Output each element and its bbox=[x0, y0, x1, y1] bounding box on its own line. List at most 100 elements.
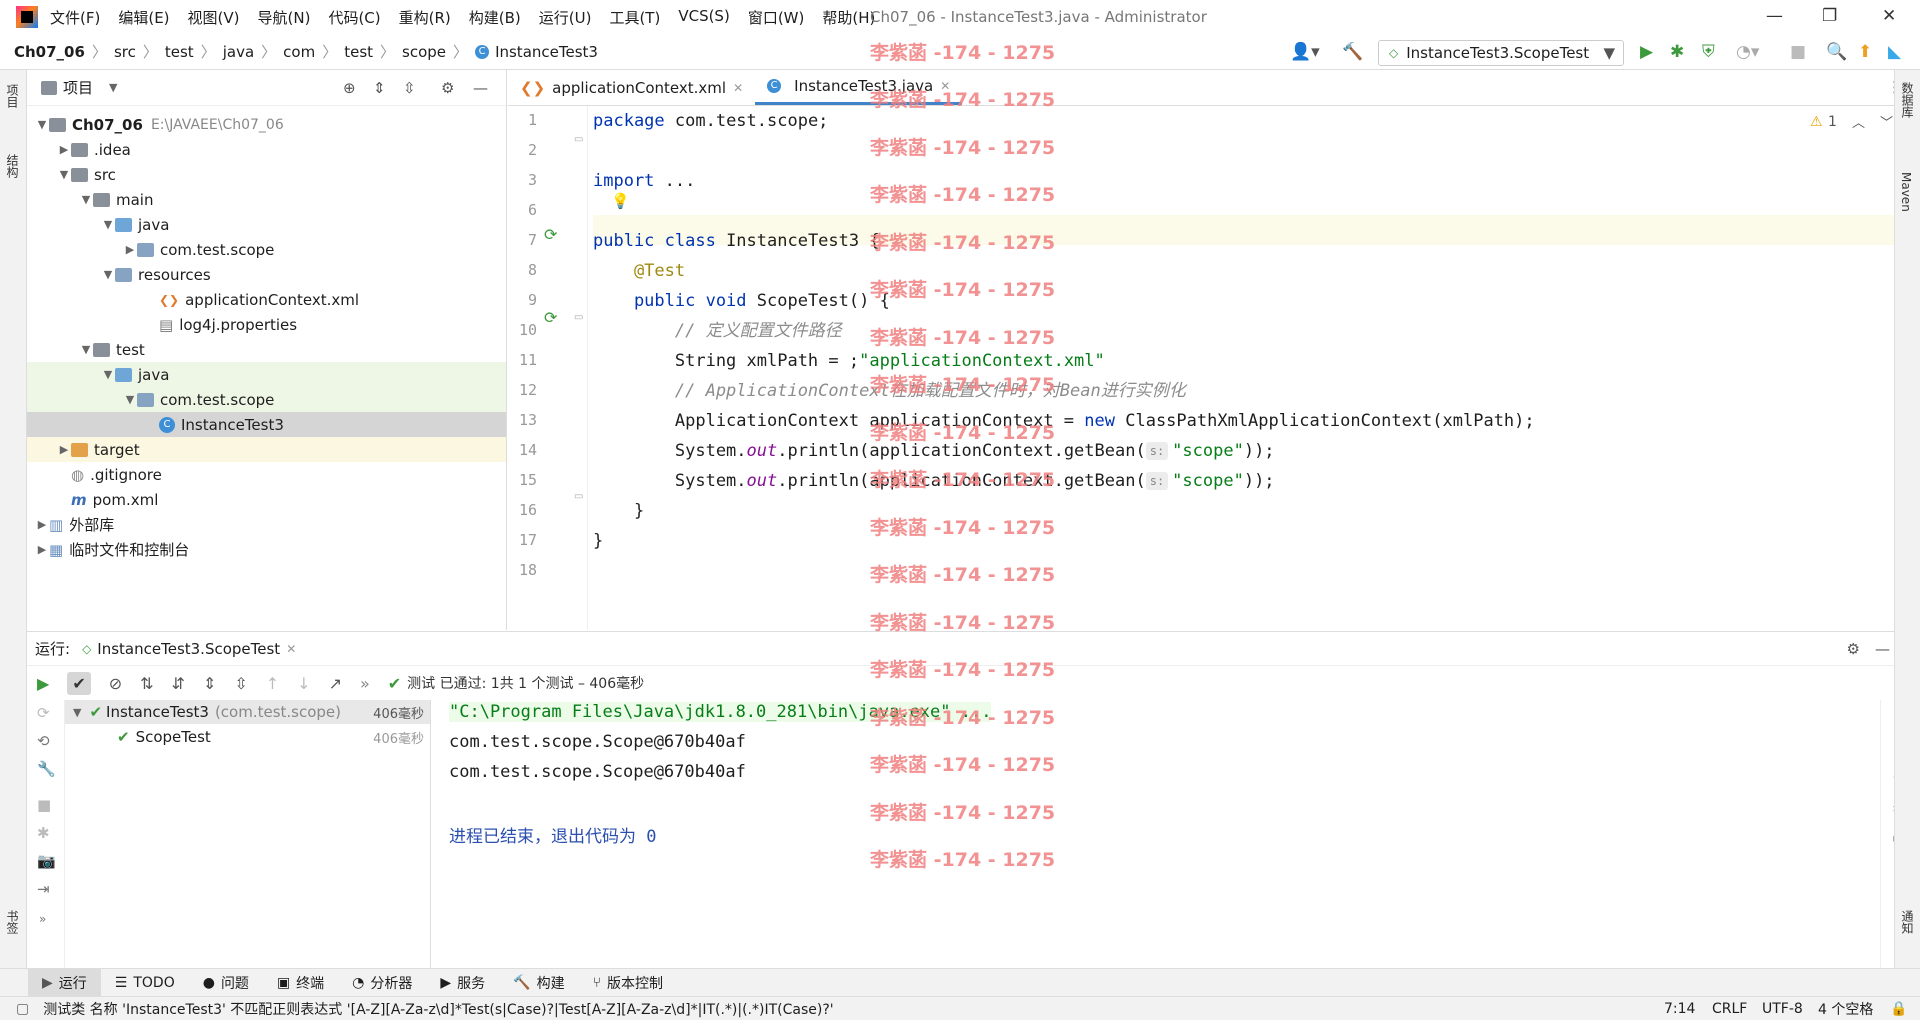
file-encoding[interactable]: UTF-8 bbox=[1762, 1001, 1803, 1017]
chevron-down-icon[interactable]: ▼ bbox=[109, 81, 117, 94]
jetbrains-icon[interactable]: ◣ bbox=[1888, 42, 1901, 62]
chevron-up-icon[interactable]: ︿ bbox=[1852, 112, 1865, 131]
rerun-failed-icon[interactable]: ⟳ bbox=[37, 704, 50, 722]
test-suite-row[interactable]: ▼ ✔ InstanceTest3 (com.test.scope) 406毫秒 bbox=[65, 700, 430, 724]
profiler-icon[interactable]: ◔▾ bbox=[1736, 42, 1759, 62]
chevron-down-icon[interactable]: ﹀ bbox=[1880, 112, 1893, 131]
project-tree-node[interactable]: ▼ main bbox=[27, 187, 506, 212]
tool-tab-notifications[interactable]: 通知 bbox=[1899, 910, 1916, 934]
bottom-tab-todo[interactable]: ☰ TODO bbox=[101, 975, 189, 991]
tool-tab-project[interactable]: 项目 bbox=[4, 84, 21, 108]
expand-all-icon[interactable]: ⇕ bbox=[373, 79, 386, 97]
restore-layout-icon[interactable]: ✱ bbox=[37, 824, 50, 842]
project-tree-node[interactable]: ▼ Ch07_06 E:\JAVAEE\Ch07_06 bbox=[27, 112, 506, 137]
breadcrumb-java[interactable]: java bbox=[223, 43, 254, 61]
menu-code[interactable]: 代码(C) bbox=[326, 5, 382, 30]
close-tab-icon[interactable]: ✕ bbox=[286, 642, 296, 656]
project-tree-node[interactable]: ❮❯ applicationContext.xml bbox=[27, 287, 506, 312]
project-tree-node[interactable]: ▼ java bbox=[27, 212, 506, 237]
project-tree-node[interactable]: ▶ ▦ 临时文件和控制台 bbox=[27, 537, 506, 562]
close-icon[interactable]: ✕ bbox=[1882, 6, 1896, 26]
chevron-down-icon[interactable]: ▼ bbox=[123, 393, 137, 406]
gear-icon[interactable]: ⚙ bbox=[441, 79, 454, 97]
project-tree-node[interactable]: m pom.xml bbox=[27, 487, 506, 512]
tool-tab-maven[interactable]: Maven bbox=[1899, 172, 1913, 212]
chevron-right-icon[interactable]: ▶ bbox=[123, 243, 137, 256]
bottom-tab-build[interactable]: 🔨 构建 bbox=[499, 973, 578, 993]
chevron-right-icon[interactable]: ▶ bbox=[35, 543, 49, 556]
console-output[interactable]: "C:\Program Files\Java\jdk1.8.0_281\bin\… bbox=[431, 700, 1880, 968]
expand-all-icon[interactable]: ⇕ bbox=[203, 674, 216, 693]
chevron-right-icon[interactable]: ▶ bbox=[57, 443, 71, 456]
previous-failed-icon[interactable]: ↑ bbox=[266, 674, 279, 693]
bottom-tab-terminal[interactable]: ▣ 终端 bbox=[263, 973, 338, 993]
chevron-right-icon[interactable]: ▶ bbox=[57, 143, 71, 156]
run-method-gutter-icon[interactable]: ⟳ bbox=[544, 308, 557, 327]
more-icon[interactable]: » bbox=[360, 674, 370, 693]
menu-vcs[interactable]: VCS(S) bbox=[676, 5, 731, 30]
search-icon[interactable]: 🔍 bbox=[1826, 42, 1847, 62]
chevron-down-icon[interactable]: ▼ bbox=[79, 343, 93, 356]
project-tree-node[interactable]: ▼ src bbox=[27, 162, 506, 187]
breadcrumb-class[interactable]: InstanceTest3 bbox=[495, 43, 598, 61]
gear-icon[interactable]: ⚙ bbox=[1847, 640, 1860, 658]
project-tree-node[interactable]: ◍ .gitignore bbox=[27, 462, 506, 487]
debug-icon[interactable]: ✱ bbox=[1670, 42, 1684, 62]
chevron-down-icon[interactable]: ▼ bbox=[101, 218, 115, 231]
run-tab[interactable]: InstanceTest3.ScopeTest bbox=[97, 640, 280, 658]
menu-window[interactable]: 窗口(W) bbox=[746, 5, 807, 30]
camera-icon[interactable]: 📷 bbox=[37, 852, 56, 870]
close-tab-icon[interactable]: ✕ bbox=[733, 81, 743, 95]
menu-help[interactable]: 帮助(H) bbox=[820, 5, 877, 30]
run-class-gutter-icon[interactable]: ⟳ bbox=[544, 225, 557, 244]
fold-icon[interactable]: ▭ bbox=[574, 312, 583, 323]
menu-view[interactable]: 视图(V) bbox=[186, 5, 242, 30]
build-hammer-icon[interactable]: 🔨 bbox=[1342, 42, 1363, 62]
user-icon[interactable]: 👤▾ bbox=[1290, 42, 1320, 62]
code-area[interactable]: 💡 package com.test.scope; import ... publi… bbox=[593, 106, 1920, 630]
project-tree-node[interactable]: ▤ log4j.properties bbox=[27, 312, 506, 337]
bottom-tab-vcs[interactable]: ⑂ 版本控制 bbox=[579, 973, 677, 993]
sort-alpha-icon[interactable]: ⇅ bbox=[140, 674, 153, 693]
menu-file[interactable]: 文件(F) bbox=[48, 5, 102, 30]
breadcrumb-scope[interactable]: scope bbox=[402, 43, 446, 61]
project-tree-node[interactable]: ▼ test bbox=[27, 337, 506, 362]
project-tree-node[interactable]: ▶ com.test.scope bbox=[27, 237, 506, 262]
bottom-tab-run[interactable]: ▶ 运行 bbox=[28, 968, 101, 997]
line-separator[interactable]: CRLF bbox=[1712, 1001, 1747, 1017]
caret-position[interactable]: 7:14 bbox=[1664, 1001, 1695, 1017]
breadcrumb-src[interactable]: src bbox=[114, 43, 136, 61]
chevron-down-icon[interactable]: ▼ bbox=[57, 168, 71, 181]
update-icon[interactable]: ⬆ bbox=[1858, 42, 1872, 62]
rerun-icon[interactable]: ▶ bbox=[37, 674, 49, 693]
chevron-down-icon[interactable]: ▼ bbox=[79, 193, 93, 206]
minimize-icon[interactable]: — bbox=[1766, 6, 1783, 26]
chevron-down-icon[interactable]: ▼ bbox=[35, 118, 49, 131]
tool-tab-database[interactable]: 数据库 bbox=[1899, 82, 1916, 118]
tool-tab-structure[interactable]: 结构 bbox=[4, 154, 21, 178]
restore-icon[interactable]: ❐ bbox=[1822, 6, 1837, 26]
breadcrumb-test-pkg[interactable]: test bbox=[344, 43, 373, 61]
chevron-right-icon[interactable]: ▶ bbox=[35, 518, 49, 531]
exit-icon[interactable]: ⇥ bbox=[37, 880, 50, 898]
stop-icon[interactable]: ■ bbox=[37, 796, 51, 814]
breadcrumb-project[interactable]: Ch07_06 bbox=[14, 43, 85, 61]
warning-icon[interactable]: ⚠ bbox=[1810, 114, 1823, 130]
layout-icon[interactable]: ▢ bbox=[16, 1001, 29, 1017]
menu-run[interactable]: 运行(U) bbox=[537, 5, 594, 30]
indent-setting[interactable]: 4 个空格 bbox=[1818, 999, 1873, 1019]
wrench-icon[interactable]: 🔧 bbox=[37, 760, 56, 778]
test-method-row[interactable]: ✔ ScopeTest 406毫秒 bbox=[65, 725, 430, 749]
breadcrumb-com[interactable]: com bbox=[283, 43, 315, 61]
chevron-down-icon[interactable]: ▼ bbox=[101, 368, 115, 381]
fold-icon[interactable]: ▭ bbox=[574, 491, 583, 502]
menu-refactor[interactable]: 重构(R) bbox=[397, 5, 453, 30]
menu-build[interactable]: 构建(B) bbox=[467, 5, 523, 30]
export-icon[interactable]: ↗ bbox=[329, 674, 342, 693]
menu-navigate[interactable]: 导航(N) bbox=[256, 5, 313, 30]
chevron-down-icon[interactable]: ▼ bbox=[101, 268, 115, 281]
bottom-tab-profiler[interactable]: ◔ 分析器 bbox=[338, 973, 426, 993]
bottom-tab-problems[interactable]: ● 问题 bbox=[189, 973, 263, 993]
collapse-all-icon[interactable]: ⇳ bbox=[403, 79, 416, 97]
tab-application-context-xml[interactable]: ❮❯ applicationContext.xml ✕ bbox=[508, 70, 755, 105]
